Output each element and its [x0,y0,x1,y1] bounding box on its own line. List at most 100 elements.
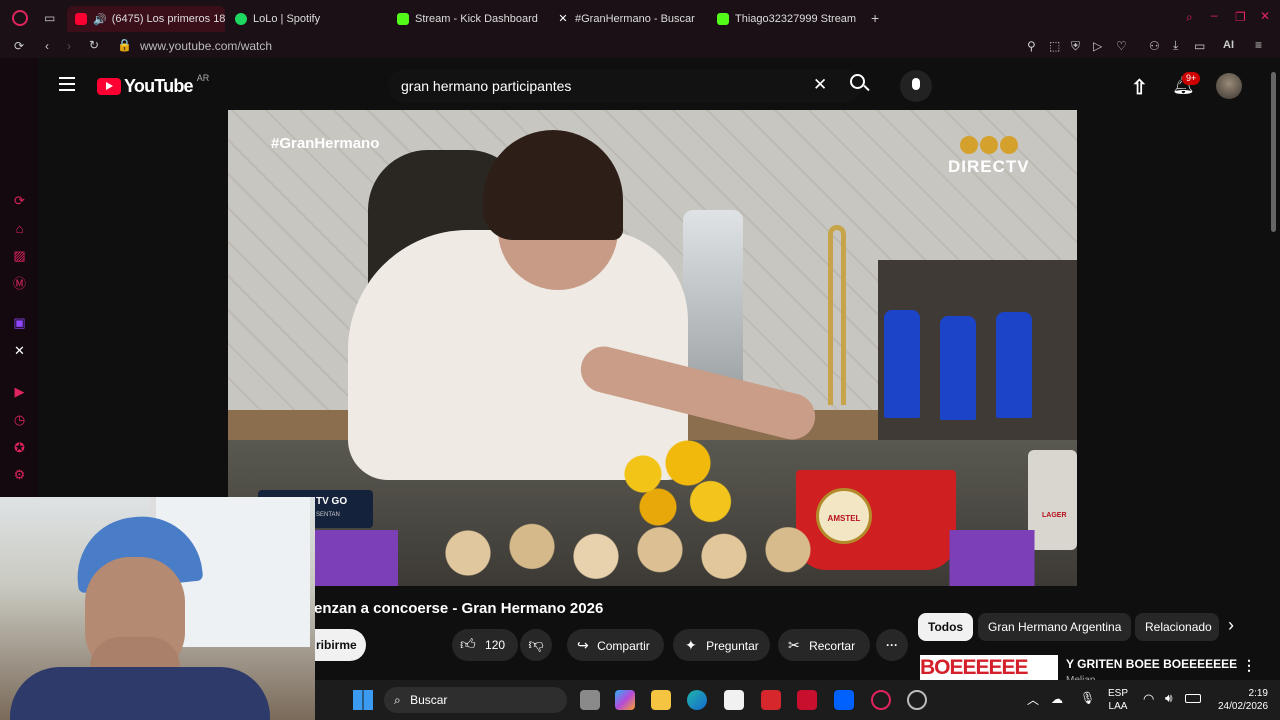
wallet-icon[interactable]: ▨ [12,248,27,263]
tab-kick-stream[interactable]: Thiago32327999 Stream - [717,6,857,32]
player-icon[interactable]: ▶ [12,384,27,399]
avatar[interactable] [1216,73,1242,99]
task-view-icon[interactable] [580,690,600,710]
youtube-logo[interactable]: YouTube AR [97,73,209,97]
mic-tray-icon[interactable]: 🎙︎ [1080,691,1095,705]
layout-label: LAA [1108,701,1128,712]
audio-icon[interactable]: 🔊 [93,13,107,26]
video-player[interactable]: AMSTEL LAGER #GranHermano DIRECTV TV GO … [228,110,1077,586]
tab-kick-dashboard[interactable]: Stream - Kick Dashboard [397,6,547,32]
lager-label: LAGER [1042,512,1067,519]
chip-related[interactable]: Relacionado [1135,613,1219,641]
onedrive-icon[interactable]: ☁ [1051,692,1063,706]
ask-label: Preguntar [706,639,759,653]
sparkle-icon: ✦ [685,637,697,653]
kick-favicon-icon [717,13,729,25]
forward-button[interactable]: › [67,40,71,52]
settings-icon[interactable]: ⚙ [12,467,27,482]
clip-button[interactable]: ✂ Recortar [778,629,870,661]
history-refresh-icon[interactable]: ⟳ [12,193,27,208]
menu-icon[interactable]: ≡ [1255,39,1262,51]
bag-icon[interactable]: ⌂ [12,221,27,236]
pin-icon[interactable]: ⚲ [1027,40,1036,52]
date-label: 24/02/2026 [1218,701,1269,712]
share-button[interactable]: ↪ Compartir [567,629,664,661]
new-tab-button[interactable]: + [871,11,879,25]
hamburger-menu-icon[interactable] [59,77,75,91]
taskbar-search-label: Buscar [410,693,448,707]
tab-label: (6475) Los primeros 18 [111,13,225,25]
close-window-button[interactable]: ✕ [1260,10,1270,22]
twitch-icon[interactable]: ▣ [12,315,27,330]
search-input[interactable]: gran hermano participantes [388,69,862,103]
battery-tray-icon[interactable] [1185,694,1201,703]
profile-icon[interactable]: ⚇ [1149,40,1160,52]
edge-icon[interactable] [687,690,707,710]
tab-youtube[interactable]: 🔊 (6475) Los primeros 18 [67,6,225,32]
ime-indicator[interactable]: ESP LAA [1108,687,1128,713]
scrollbar[interactable] [1271,72,1276,232]
thumbs-up-icon: 👍︎ [460,636,476,653]
wifi-icon[interactable]: ◠ [1143,691,1154,707]
share-icon: ↪ [577,637,589,653]
clear-search-icon[interactable]: ✕ [813,75,827,95]
clock-icon[interactable]: ◷ [12,412,27,427]
start-icon[interactable] [353,690,373,710]
tab-x-search[interactable]: ✕ #GranHermano - Buscar / [557,6,697,32]
mcafee-icon[interactable] [797,690,817,710]
volume-icon[interactable]: 🔊︎ [1165,691,1173,706]
clock[interactable]: 2:19 24/02/2026 [1218,687,1268,713]
address-bar-row: ⟳ ‹ › ↻ 🔒 www.youtube.com/watch ⚲ ⬚ ⛨ ▷ … [0,36,1280,58]
tab-label: #GranHermano - Buscar / [575,13,697,25]
clip-label: Recortar [809,639,856,653]
tray-chevron-icon[interactable]: ︿ [1027,691,1039,708]
messenger-icon[interactable]: Ⓜ [12,276,27,291]
tab-spotify[interactable]: LoLo | Spotify [235,6,385,32]
copilot-icon[interactable] [615,690,635,710]
directv-wordmark: DIRECTV [948,157,1030,176]
taskbar-search[interactable]: ⌕ Buscar [384,687,567,713]
back-button[interactable]: ‹ [45,40,49,52]
chips-next-icon[interactable]: › [1228,615,1234,636]
notifications-button[interactable]: 🔔︎ 9+ [1172,72,1201,96]
dropbox-icon[interactable] [834,690,854,710]
sync-icon[interactable]: ⟳ [14,40,24,52]
minimize-button[interactable]: – [1211,9,1218,21]
url-field[interactable]: www.youtube.com/watch [140,40,272,52]
search-button[interactable] [850,74,870,92]
reload-button[interactable]: ↻ [89,39,99,51]
battery-icon[interactable]: ▭ [1194,40,1205,52]
extensions-icon[interactable]: ✪ [12,440,27,455]
opera-menu-icon[interactable] [12,10,28,26]
more-actions-button[interactable]: ··· [876,629,908,661]
voice-search-button[interactable] [900,70,932,102]
shield-icon[interactable]: ⛨ [1071,40,1080,52]
ask-button[interactable]: ✦ Preguntar [673,629,770,661]
ai-button[interactable]: AI [1223,40,1234,51]
heart-icon[interactable]: ♡ [1116,40,1127,52]
dislike-button[interactable]: 👎︎ [520,629,552,661]
restore-button[interactable]: ❐ [1235,11,1246,23]
promo-sub-label: SENTAN [316,512,340,518]
chip-gran-hermano-argentina[interactable]: Gran Hermano Argentina [978,613,1132,641]
upload-icon[interactable]: ⇧ [1131,75,1148,100]
snapshot-icon[interactable]: ⬚ [1049,40,1060,52]
microphone-icon [912,78,920,90]
app-l-icon[interactable] [761,690,781,710]
x-icon[interactable]: ✕ [12,343,27,358]
search-tabs-icon[interactable]: ⌕ [1186,11,1193,23]
download-icon[interactable]: ⤓ [1173,39,1178,51]
youtube-masthead: YouTube AR gran hermano participantes ✕ … [38,58,1268,112]
notification-count: 9+ [1182,72,1201,85]
send-icon[interactable]: ▷ [1093,40,1102,52]
opera-gx-icon[interactable] [907,690,927,710]
recommended-title[interactable]: Y GRITEN BOEE BOEEEEEEE [1066,657,1237,671]
recommended-thumbnail[interactable]: BOEEEEEE [920,655,1058,680]
chip-all[interactable]: Todos [918,613,974,641]
store-icon[interactable] [724,690,744,710]
like-button[interactable]: 👍︎ 120 [452,629,518,661]
opera-taskbar-icon[interactable] [871,690,891,710]
recommended-more-icon[interactable]: ⋮ [1242,657,1256,674]
tab-manager-icon[interactable]: ▭ [44,12,55,24]
file-explorer-icon[interactable] [651,690,671,710]
